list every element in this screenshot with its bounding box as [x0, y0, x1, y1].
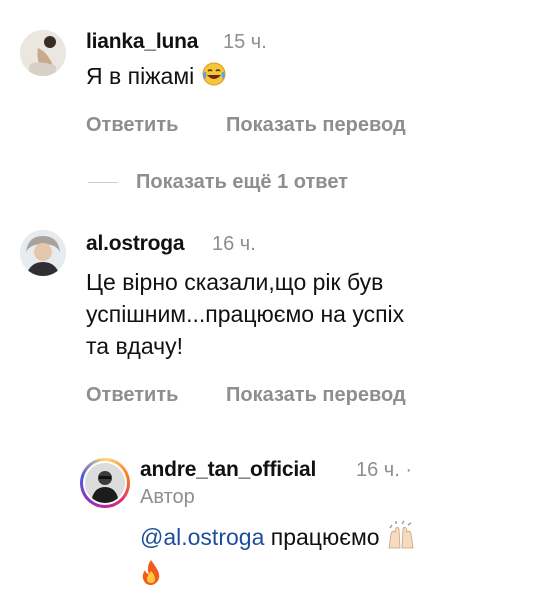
reply-button[interactable]: Ответить — [86, 384, 178, 407]
comment-text: Я в піжамі — [86, 60, 227, 95]
reply-timestamp: 16 ч. · — [356, 459, 412, 481]
comment-timestamp: 16 ч. — [212, 233, 256, 255]
fire-emoji-icon — [140, 559, 162, 593]
avatar-photo — [85, 463, 125, 503]
show-more-replies-button[interactable]: Показать ещё 1 ответ — [136, 171, 348, 194]
comment-username[interactable]: lianka_luna — [86, 30, 198, 54]
author-badge: Автор — [140, 486, 195, 508]
reply-text: @al.ostroga працюємо — [140, 520, 520, 593]
reply-text-content: працюємо — [270, 524, 380, 551]
comment-text-line: та вдачу! — [86, 333, 183, 359]
raising-hands-emoji-icon — [386, 520, 416, 558]
avatar-photo — [20, 230, 66, 276]
comment-username[interactable]: al.ostroga — [86, 232, 185, 256]
show-more-divider — [88, 182, 118, 183]
mention-link[interactable]: @al.ostroga — [140, 524, 264, 550]
show-translation-button[interactable]: Показать перевод — [226, 384, 406, 407]
comment-text-line: успішним...працюємо на успіх — [86, 301, 405, 327]
avatar-andre-tan — [85, 463, 125, 503]
avatar-al-ostroga[interactable] — [20, 230, 66, 276]
tears-of-joy-emoji-icon — [201, 61, 227, 95]
reply-username[interactable]: andre_tan_official — [140, 458, 316, 482]
comment-timestamp: 15 ч. — [223, 31, 267, 53]
avatar-lianka-luna[interactable] — [20, 30, 66, 76]
comment-text-line: Це вірно сказали,що рік був — [86, 269, 384, 295]
comment-text: Це вірно сказали,що рік був успішним...п… — [86, 266, 404, 362]
story-ring[interactable] — [80, 458, 130, 508]
show-translation-button[interactable]: Показать перевод — [226, 114, 406, 137]
reply-button[interactable]: Ответить — [86, 114, 178, 137]
comment-text-content: Я в піжамі — [86, 63, 195, 89]
avatar-photo — [20, 30, 66, 76]
